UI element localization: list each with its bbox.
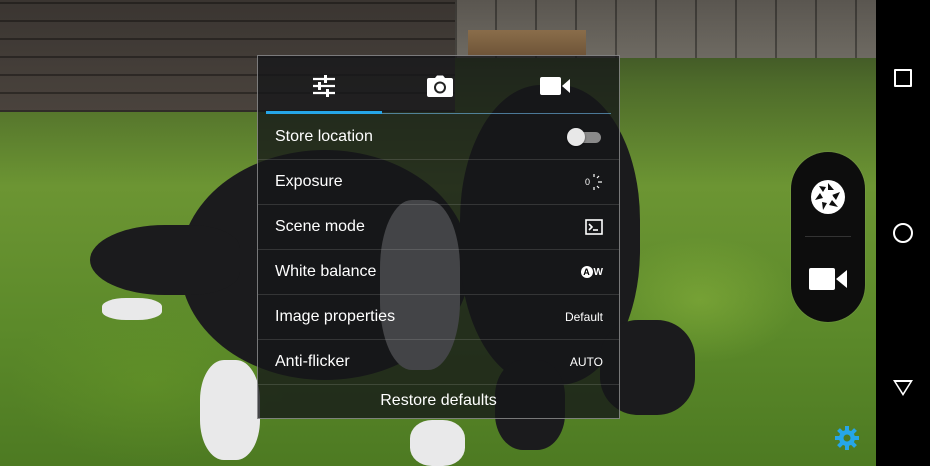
tab-general-settings[interactable] [294,66,354,106]
navigation-bar [876,0,930,466]
recent-apps-button[interactable] [885,60,921,96]
home-icon [893,222,913,243]
settings-tabs [258,56,619,116]
preview-dog-left-paw-2 [410,420,465,466]
scene-mode-icon [585,219,603,235]
tab-active-indicator [266,111,382,114]
tab-video-settings[interactable] [525,66,585,106]
setting-label: Store location [275,128,373,145]
preview-dog-left-tail [90,225,240,295]
setting-label: Anti-flicker [275,353,350,370]
setting-value: AUTO [569,355,603,369]
settings-panel: Store location Exposure 0 Scene mode Whi… [257,55,620,419]
setting-label: Scene mode [275,218,365,235]
gear-icon[interactable] [834,425,860,451]
setting-image-properties[interactable]: Image properties Default [258,295,619,340]
shutter-icon [811,180,845,214]
store-location-toggle[interactable] [567,128,603,146]
camera-icon [427,75,453,97]
sliders-icon [313,75,335,97]
capture-controls [791,152,865,322]
toggle-thumb [567,128,585,146]
capsule-divider [805,236,851,237]
preview-dog-left-paw [200,360,260,460]
white-balance-auto-badge: A [580,266,593,278]
recent-apps-icon [894,68,912,87]
setting-white-balance[interactable]: White balance A W [258,250,619,295]
settings-list: Store location Exposure 0 Scene mode Whi… [258,115,619,385]
preview-planter [468,30,586,56]
home-button[interactable] [885,215,921,251]
back-button[interactable] [885,370,921,406]
exposure-icon: 0 [581,173,603,191]
setting-label: White balance [275,263,377,280]
setting-scene-mode[interactable]: Scene mode [258,205,619,250]
preview-dog-tail-tip [102,298,162,320]
setting-store-location[interactable]: Store location [258,115,619,160]
white-balance-auto-icon: A W [580,266,603,278]
shutter-button[interactable] [791,160,865,234]
white-balance-w: W [593,266,603,278]
setting-anti-flicker[interactable]: Anti-flicker AUTO [258,340,619,385]
setting-label: Image properties [275,308,396,325]
videocam-icon [809,268,847,290]
setting-value: Default [564,310,603,324]
tab-photo-settings[interactable] [410,66,470,106]
setting-exposure[interactable]: Exposure 0 [258,160,619,205]
video-record-button[interactable] [791,242,865,316]
back-icon [893,380,913,397]
videocam-icon [540,77,570,95]
setting-label: Exposure [275,173,343,190]
restore-defaults-button[interactable]: Restore defaults [258,384,619,418]
